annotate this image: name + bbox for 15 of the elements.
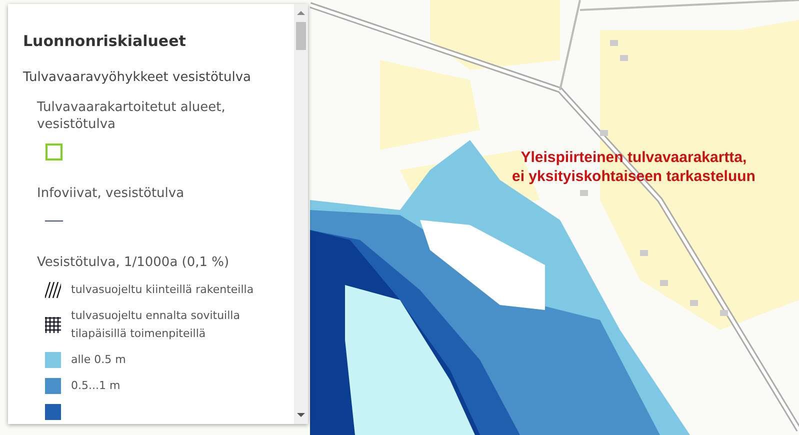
legend-label: 0.5...1 m xyxy=(71,378,122,394)
hatch-icon xyxy=(45,282,61,298)
legend-label: tulvasuojeltu ennalta sovituilla tilapäisillä toimenpiteillä xyxy=(71,308,241,342)
legend-title: Luonnonriskialueet xyxy=(23,32,187,50)
legend-label: alle 0.5 m xyxy=(71,352,127,368)
layer-name: Tulvavaarakartoitetut alueet, vesistötulva xyxy=(37,99,226,133)
grid-icon xyxy=(45,317,61,333)
scrollbar[interactable] xyxy=(294,4,308,424)
group-heading: Tulvavaaravyöhykkeet vesistötulva xyxy=(23,70,252,85)
scroll-thumb[interactable] xyxy=(296,22,306,50)
layer-name: Vesistötulva, 1/1000a (0,1 %) xyxy=(37,254,230,271)
layer-name: Infoviivat, vesistötulva xyxy=(37,185,186,202)
legend-label: tulvasuojeltu kiinteillä rakenteilla xyxy=(71,282,255,298)
map-notice: Yleispiirteinen tulvavaarakartta, xyxy=(520,148,747,167)
map-notice: ei yksityiskohtaiseen tarkasteluun xyxy=(512,167,756,186)
